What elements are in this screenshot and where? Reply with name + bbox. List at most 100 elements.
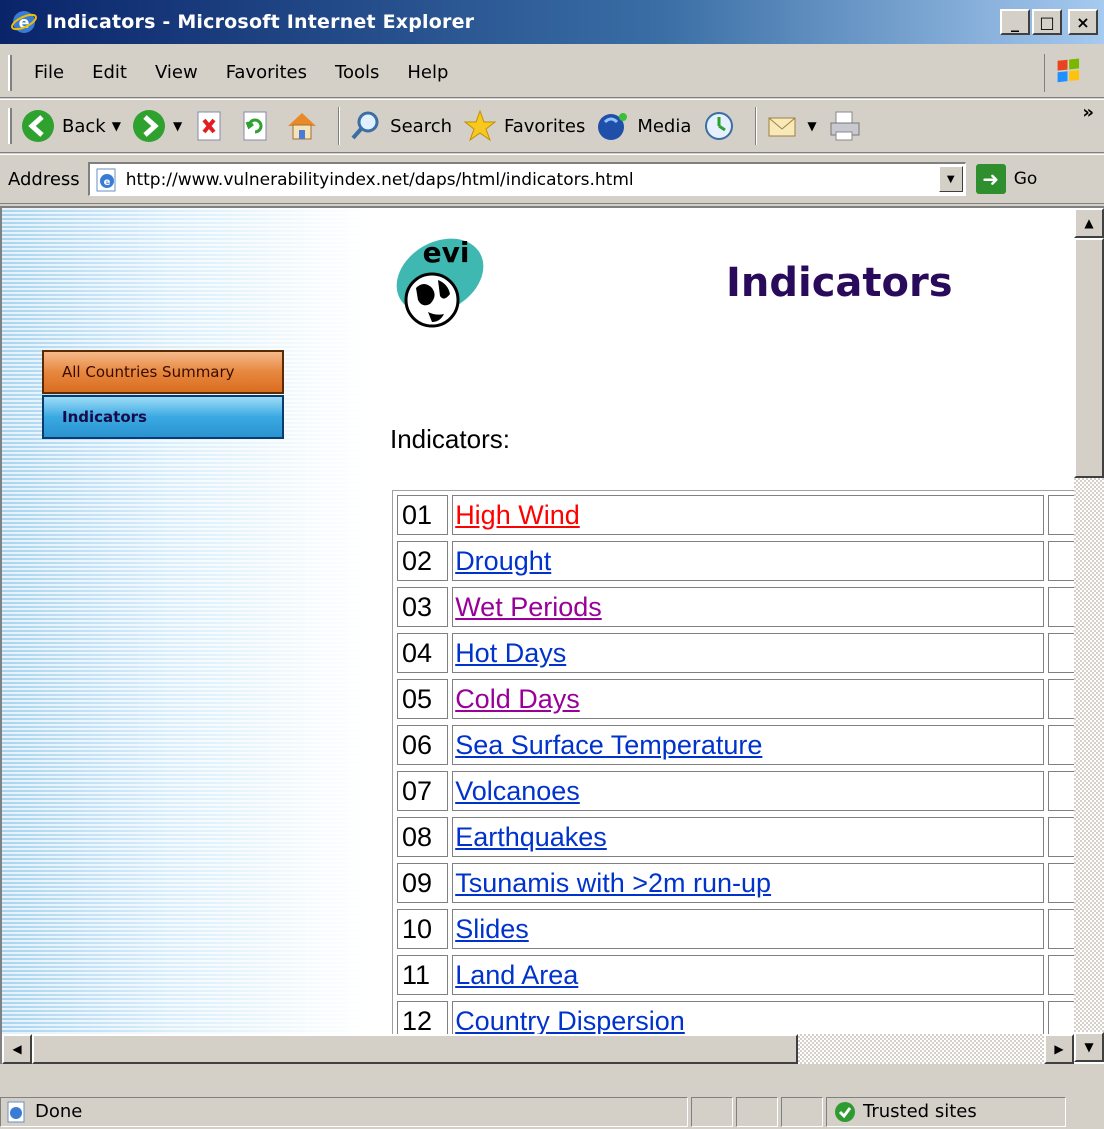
indicator-link[interactable]: Slides xyxy=(455,914,529,945)
indicator-name-cell: Tsunamis with >2m run-up xyxy=(452,863,1044,903)
back-button[interactable]: Back ▼ xyxy=(20,108,121,144)
horizontal-scrollbar[interactable]: ◀ ▶ xyxy=(2,1034,1074,1064)
menu-file[interactable]: File xyxy=(20,62,78,83)
table-row: 04 Hot Days xyxy=(397,633,1081,679)
scroll-left-icon[interactable]: ◀ xyxy=(2,1034,32,1064)
vertical-scroll-thumb[interactable] xyxy=(1074,238,1104,478)
indicator-link[interactable]: Sea Surface Temperature xyxy=(455,730,762,761)
address-label: Address xyxy=(8,168,80,190)
status-panel-empty xyxy=(736,1096,778,1127)
maximize-button[interactable]: □ xyxy=(1032,9,1062,35)
media-button[interactable]: Media xyxy=(595,108,691,144)
go-arrow-icon: ➜ xyxy=(975,164,1006,194)
go-button[interactable]: ➜ Go xyxy=(975,164,1038,194)
indicator-extra-cell xyxy=(1047,725,1078,765)
indicator-extra-cell xyxy=(1047,909,1078,949)
mail-button[interactable]: ▼ xyxy=(765,108,817,144)
trusted-check-icon xyxy=(835,1101,855,1122)
toolbar-separator xyxy=(338,107,341,145)
indicator-name-cell: High Wind xyxy=(452,495,1044,535)
indicator-name-cell: Earthquakes xyxy=(452,817,1044,857)
title-bar: e Indicators - Microsoft Internet Explor… xyxy=(0,0,1104,44)
favorites-button[interactable]: Favorites xyxy=(462,108,585,144)
stop-button[interactable] xyxy=(192,108,228,144)
mail-icon xyxy=(768,117,796,137)
table-row: 07 Volcanoes xyxy=(397,771,1081,817)
mail-dropdown-icon[interactable]: ▼ xyxy=(807,119,816,133)
home-button[interactable] xyxy=(284,108,320,144)
indicator-name-cell: Wet Periods xyxy=(452,587,1044,627)
toolbar: Back ▼ ▼ Search Favorites Media ▼ » xyxy=(0,99,1104,153)
nav-indicators[interactable]: Indicators xyxy=(42,395,284,439)
window-title: Indicators - Microsoft Internet Explorer xyxy=(46,11,475,33)
indicator-extra-cell xyxy=(1047,817,1078,857)
vertical-scrollbar[interactable]: ▲ ▼ xyxy=(1074,208,1104,1062)
logo-text: evi xyxy=(423,236,470,269)
page-icon: e xyxy=(96,168,116,191)
media-icon xyxy=(598,113,628,140)
indicator-extra-cell xyxy=(1047,541,1078,581)
indicator-extra-cell xyxy=(1047,771,1078,811)
table-row: 03 Wet Periods xyxy=(397,587,1081,633)
indicator-link[interactable]: Earthquakes xyxy=(455,822,607,853)
scroll-down-icon[interactable]: ▼ xyxy=(1074,1032,1104,1062)
indicator-name-cell: Volcanoes xyxy=(452,771,1044,811)
indicator-link[interactable]: Cold Days xyxy=(455,684,580,715)
indicator-number: 09 xyxy=(397,863,449,903)
indicator-link[interactable]: Land Area xyxy=(455,960,578,991)
address-dropdown-icon[interactable]: ▼ xyxy=(938,166,963,192)
indicator-number: 04 xyxy=(397,633,449,673)
minimize-button[interactable]: _ xyxy=(1000,9,1030,35)
toolbar-separator xyxy=(755,107,758,145)
go-label: Go xyxy=(1013,169,1038,189)
horizontal-scroll-thumb[interactable] xyxy=(32,1034,798,1064)
indicator-link[interactable]: Wet Periods xyxy=(455,592,602,623)
indicator-extra-cell xyxy=(1047,495,1078,535)
indicator-link[interactable]: High Wind xyxy=(455,500,580,531)
table-row: 06 Sea Surface Temperature xyxy=(397,725,1081,771)
refresh-button[interactable] xyxy=(238,108,274,144)
indicator-number: 06 xyxy=(397,725,449,765)
table-row: 05 Cold Days xyxy=(397,679,1081,725)
close-button[interactable]: × xyxy=(1068,9,1098,35)
favorites-label: Favorites xyxy=(504,115,586,137)
evi-globe-logo: evi xyxy=(396,236,484,328)
scroll-up-icon[interactable]: ▲ xyxy=(1074,208,1104,238)
nav-all-countries-summary[interactable]: All Countries Summary xyxy=(42,350,284,394)
favorites-star-icon xyxy=(463,109,497,142)
back-arrow-icon xyxy=(22,110,54,142)
status-panel-empty xyxy=(781,1096,823,1127)
menu-help[interactable]: Help xyxy=(393,62,462,83)
back-dropdown-icon[interactable]: ▼ xyxy=(112,119,121,133)
page-viewport: All Countries Summary Indicators evi Ind… xyxy=(0,206,1104,1064)
media-label: Media xyxy=(637,115,692,137)
indicator-link[interactable]: Hot Days xyxy=(455,638,566,669)
menu-favorites[interactable]: Favorites xyxy=(212,62,321,83)
toolbar-overflow-chevron-icon[interactable]: » xyxy=(1082,102,1094,123)
indicator-link[interactable]: Volcanoes xyxy=(455,776,580,807)
menu-tools[interactable]: Tools xyxy=(321,62,393,83)
forward-button[interactable]: ▼ xyxy=(131,108,182,144)
scroll-right-icon[interactable]: ▶ xyxy=(1044,1034,1074,1064)
menu-edit[interactable]: Edit xyxy=(78,62,141,83)
back-label: Back xyxy=(62,115,106,137)
indicator-link[interactable]: Tsunamis with >2m run-up xyxy=(455,868,771,899)
address-input[interactable]: e http://www.vulnerabilityindex.net/daps… xyxy=(87,162,966,196)
indicator-link[interactable]: Drought xyxy=(455,546,551,577)
forward-dropdown-icon[interactable]: ▼ xyxy=(173,119,182,133)
indicator-link[interactable]: Country Dispersion xyxy=(455,1006,685,1037)
indicator-number: 07 xyxy=(397,771,449,811)
indicator-extra-cell xyxy=(1047,679,1078,719)
stop-icon xyxy=(197,111,221,141)
address-url: http://www.vulnerabilityindex.net/daps/h… xyxy=(125,169,634,190)
indicator-name-cell: Drought xyxy=(452,541,1044,581)
indicator-name-cell: Cold Days xyxy=(452,679,1044,719)
table-row: 01 High Wind xyxy=(397,495,1081,541)
search-button[interactable]: Search xyxy=(348,108,452,144)
address-bar: Address e http://www.vulnerabilityindex.… xyxy=(0,154,1104,204)
print-button[interactable] xyxy=(827,108,863,144)
indicator-extra-cell xyxy=(1047,863,1078,903)
history-button[interactable] xyxy=(701,108,737,144)
menu-view[interactable]: View xyxy=(141,62,212,83)
indicator-extra-cell xyxy=(1047,633,1078,673)
